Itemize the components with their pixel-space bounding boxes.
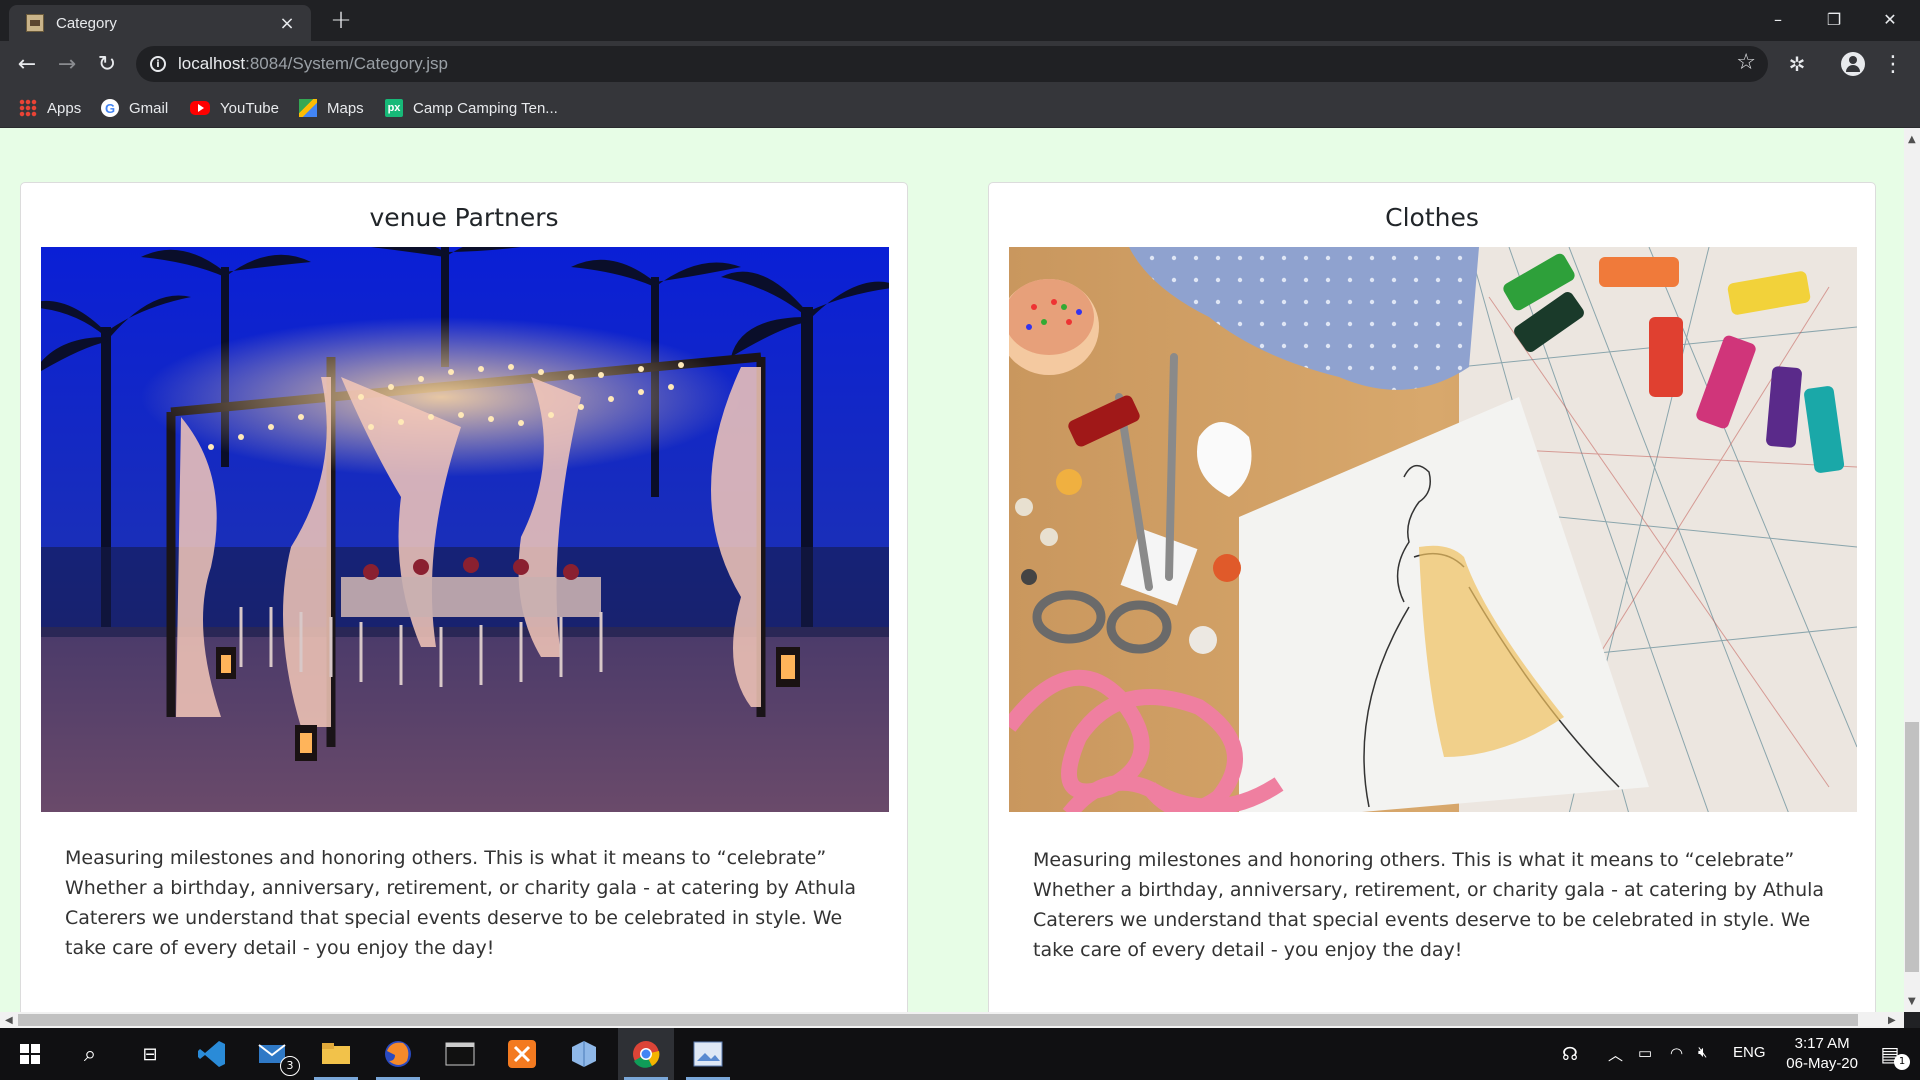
tab-close-icon[interactable]: ×	[275, 13, 299, 34]
card-title: venue Partners	[369, 203, 559, 232]
clock-time: 3:17 AM	[1794, 1035, 1850, 1052]
mail-icon[interactable]: 3	[246, 1028, 302, 1080]
bookmark-label: Maps	[327, 99, 364, 117]
tray-chevron-up-icon[interactable]: ︿	[1608, 1044, 1623, 1065]
virtualbox-icon[interactable]	[556, 1028, 612, 1080]
file-explorer-icon[interactable]	[308, 1028, 364, 1080]
task-view-icon[interactable]: ⊟	[122, 1028, 178, 1080]
address-bar[interactable]: i localhost:8084/System/Category.jsp ☆	[136, 46, 1768, 82]
venue-photo[interactable]	[41, 247, 889, 812]
minimize-button[interactable]: –	[1750, 0, 1806, 38]
menu-kebab-icon[interactable]: ⋮	[1878, 49, 1908, 79]
forward-arrow-icon[interactable]: →	[52, 49, 82, 79]
notification-badge: 1	[1894, 1054, 1910, 1070]
bookmark-gmail[interactable]: G Gmail	[101, 97, 168, 119]
page-viewport: venue Partners Measuring milestones and …	[0, 128, 1904, 1012]
firefox-icon[interactable]	[370, 1028, 426, 1080]
new-tab-button[interactable]: +	[326, 6, 356, 36]
battery-icon[interactable]: ▭	[1638, 1044, 1652, 1062]
scroll-down-arrow-icon[interactable]: ▼	[1908, 996, 1916, 1007]
clock-date: 06-May-20	[1786, 1055, 1858, 1072]
youtube-icon	[190, 101, 210, 115]
restore-button[interactable]: ❐	[1806, 0, 1862, 38]
photos-app-icon[interactable]	[680, 1028, 736, 1080]
profile-avatar-icon[interactable]	[1838, 49, 1868, 79]
language-indicator[interactable]: ENG	[1733, 1044, 1766, 1061]
google-icon: G	[101, 99, 119, 117]
url-text: localhost:8084/System/Category.jsp	[178, 54, 448, 73]
maps-icon	[299, 99, 317, 117]
bookmark-label: YouTube	[220, 99, 279, 117]
px-site-icon: px	[385, 99, 403, 117]
notification-center-icon[interactable]: ▤ 1	[1862, 1028, 1918, 1080]
vscode-icon[interactable]	[184, 1028, 240, 1080]
volume-muted-icon[interactable]: 🔇︎	[1698, 1044, 1707, 1061]
reload-icon[interactable]: ↻	[92, 49, 122, 79]
card-title: Clothes	[1385, 203, 1479, 232]
vertical-scroll-thumb[interactable]	[1905, 722, 1919, 972]
clothes-photo[interactable]	[1009, 247, 1857, 812]
xampp-icon[interactable]	[494, 1028, 550, 1080]
bookmark-camp[interactable]: px Camp Camping Ten...	[385, 97, 558, 119]
start-windows-icon[interactable]	[2, 1028, 58, 1080]
scroll-right-arrow-icon[interactable]: ▶	[1888, 1015, 1896, 1026]
tab-title: Category	[56, 14, 117, 32]
bookmark-youtube[interactable]: YouTube	[190, 97, 279, 119]
card-description: Measuring milestones and honoring others…	[1033, 849, 1825, 961]
browser-toolbar: ← → ↻ i localhost:8084/System/Category.j…	[0, 41, 1920, 87]
chrome-icon[interactable]	[618, 1028, 674, 1080]
bookmark-label: Gmail	[129, 99, 169, 117]
page-favicon-icon	[26, 14, 44, 32]
tab-strip: Category × + – ❐ ✕	[0, 0, 1920, 41]
scroll-left-arrow-icon[interactable]: ◀	[5, 1015, 13, 1026]
bookmark-label: Camp Camping Ten...	[413, 99, 558, 117]
category-card-clothes: Clothes Measuring milestones and honorin…	[988, 182, 1876, 1012]
extension-icon[interactable]: ✲	[1782, 49, 1812, 79]
bookmark-star-icon[interactable]: ☆	[1736, 50, 1756, 75]
category-card-venue: venue Partners Measuring milestones and …	[20, 182, 908, 1012]
back-arrow-icon[interactable]: ←	[12, 49, 42, 79]
site-info-icon[interactable]: i	[150, 56, 166, 72]
bookmark-apps[interactable]: Apps	[19, 97, 81, 119]
apps-grid-icon	[19, 99, 37, 117]
wifi-icon[interactable]: ◠	[1670, 1044, 1683, 1062]
bookmarks-bar: Apps G Gmail YouTube Maps px Camp Campin…	[0, 87, 1920, 128]
horizontal-scroll-thumb[interactable]	[18, 1014, 1858, 1026]
scroll-up-arrow-icon[interactable]: ▲	[1908, 134, 1916, 145]
terminal-icon[interactable]	[432, 1028, 488, 1080]
close-window-button[interactable]: ✕	[1862, 0, 1918, 38]
windows-taskbar: ⌕ ⊟ 3 ☊ ︿ ▭ ◠ 🔇︎ ENG 3:17 AM 06-May-20 ▤	[0, 1028, 1920, 1080]
card-description: Measuring milestones and honoring others…	[65, 847, 857, 959]
mail-badge: 3	[280, 1056, 300, 1076]
bookmark-label: Apps	[47, 99, 82, 117]
bookmark-maps[interactable]: Maps	[299, 97, 364, 119]
people-icon[interactable]: ☊	[1562, 1044, 1578, 1065]
search-icon[interactable]: ⌕	[62, 1028, 118, 1080]
browser-tab[interactable]: Category ×	[9, 5, 311, 41]
taskbar-clock[interactable]: 3:17 AM 06-May-20	[1786, 1034, 1858, 1074]
